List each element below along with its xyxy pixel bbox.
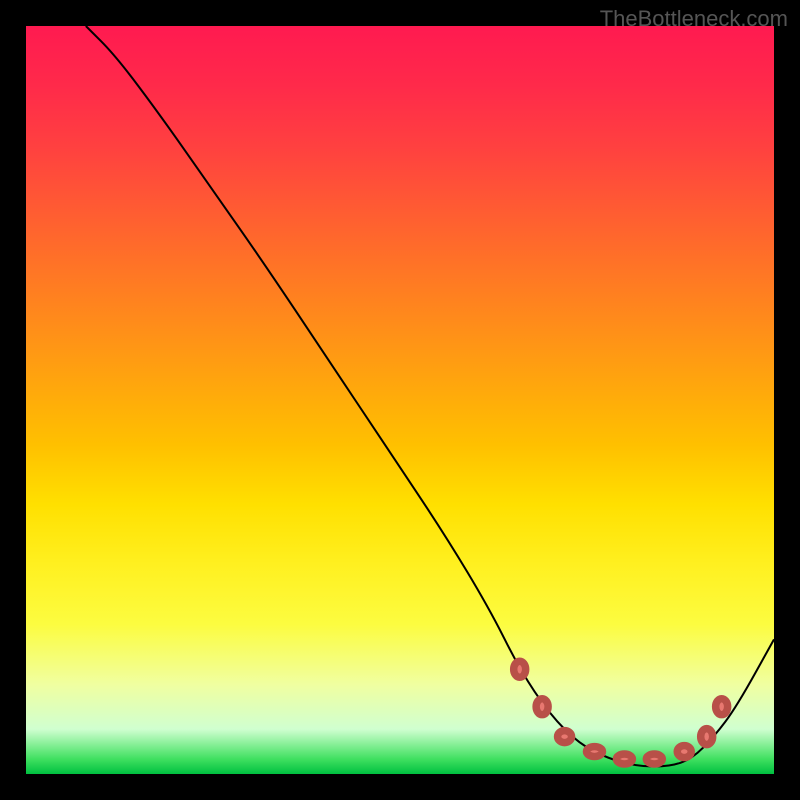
curve-marker (616, 754, 632, 764)
watermark-text: TheBottleneck.com (600, 6, 788, 32)
curve-marker (536, 699, 548, 715)
chart-svg (26, 26, 774, 774)
curve-marker (514, 661, 526, 677)
curve-marker (701, 729, 713, 745)
bottleneck-curve-line (86, 26, 774, 767)
curve-marker (558, 731, 572, 743)
curve-marker (677, 746, 691, 758)
curve-marker (716, 699, 728, 715)
curve-markers (514, 661, 728, 764)
curve-marker (646, 754, 662, 764)
curve-marker (586, 747, 602, 757)
chart-plot-area (26, 26, 774, 774)
